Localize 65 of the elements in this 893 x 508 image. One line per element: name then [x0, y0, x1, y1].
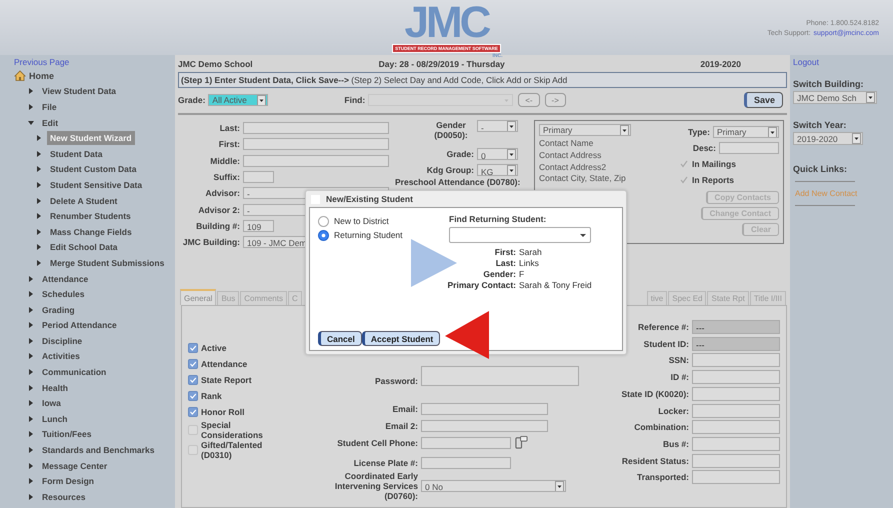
detail-label: Gender:: [482, 269, 516, 279]
contact-line: Contact City, State, Zip: [539, 173, 627, 186]
field-label: First:: [218, 139, 240, 150]
field-label: Gender (D0050):: [433, 120, 469, 140]
quick-links-label: Quick Links:: [793, 164, 848, 174]
dialog-title: New/Existing Student: [326, 194, 413, 204]
school-name: JMC Demo School: [178, 58, 253, 68]
grade-label: Grade:: [178, 95, 206, 105]
field-label: Combination:: [633, 422, 689, 432]
detail-value: Links: [519, 258, 540, 268]
field-label: License Plate #:: [352, 458, 418, 468]
detail-label: First:: [494, 247, 516, 257]
contact-line: Contact Name: [539, 138, 594, 150]
field-label: Suffix:: [212, 172, 240, 182]
field-label: State ID (K0020):: [620, 388, 689, 399]
contact-line: Contact Address: [539, 150, 602, 162]
field-label: Type:: [688, 127, 710, 137]
field-label: Password:: [374, 376, 418, 386]
detail-value: Sarah: [519, 247, 543, 257]
field-label: Student ID:: [642, 338, 689, 349]
field-label: Coordinated Early Intervening Services (D0760):: [334, 471, 418, 501]
field-label: Middle:: [209, 156, 240, 166]
field-label: Email 2:: [384, 420, 418, 430]
detail-label: Primary Contact:: [446, 280, 516, 290]
checkbox-label: Gifted/Talented (D0310): [201, 440, 264, 460]
switch-building-label: Switch Building:: [793, 79, 864, 89]
steps-bar: (Step 1) Enter Student Data, Click Save--> (Step 2) Select Day and Add Code, Click Add or Skip Add: [178, 72, 787, 88]
field-label: Reference #:: [636, 322, 689, 332]
field-label: Resident Status:: [620, 456, 689, 466]
checkbox-label: Rank: [201, 391, 222, 401]
detail-value: F: [519, 269, 526, 279]
checkbox-label: Honor Roll: [201, 407, 244, 417]
find-label: Find:: [344, 95, 366, 105]
option-label: In Reports: [692, 175, 734, 185]
field-label: Email:: [391, 404, 418, 414]
day-text: Day: 28 - 08/29/2019 - Thursday: [378, 58, 505, 68]
field-label: Advisor 2:: [197, 204, 240, 215]
option-label: In Mailings: [692, 159, 736, 169]
radio-label: New to District: [334, 216, 389, 226]
field-label: Last:: [218, 123, 240, 134]
field-label: Desc:: [692, 143, 716, 153]
checkbox-label: Special Considerations: [201, 420, 264, 440]
field-label: Building #:: [195, 220, 240, 231]
checkbox-label: Active: [201, 343, 227, 353]
field-label: Grade:: [446, 149, 474, 160]
checkbox-label: State Report: [201, 375, 252, 385]
radio-label: Returning Student: [334, 230, 403, 240]
detail-value: Sarah & Tony Freid: [519, 280, 592, 290]
field-label: SSN:: [668, 355, 689, 366]
field-label: Locker:: [657, 406, 689, 416]
switch-year-label: Switch Year:: [793, 120, 846, 130]
field-label: ID #:: [670, 372, 689, 382]
find-label: Find Returning Student:: [449, 214, 548, 224]
field-label: Bus #:: [662, 438, 689, 449]
field-label: Advisor:: [204, 188, 240, 198]
field-label: JMC Building:: [182, 237, 240, 248]
checkbox-label: Attendance: [201, 359, 248, 369]
school-year: 2019-2020: [700, 58, 741, 68]
detail-label: Last:: [494, 258, 516, 268]
contact-line: Contact Address2: [539, 162, 608, 174]
field-label: Preschool Attendance (D0780):: [395, 176, 520, 187]
field-label: Kdg Group:: [426, 165, 474, 176]
field-label: Student Cell Phone:: [336, 438, 418, 448]
logo-letters: JMC: [404, 4, 488, 42]
field-label: Transported:: [636, 472, 689, 482]
